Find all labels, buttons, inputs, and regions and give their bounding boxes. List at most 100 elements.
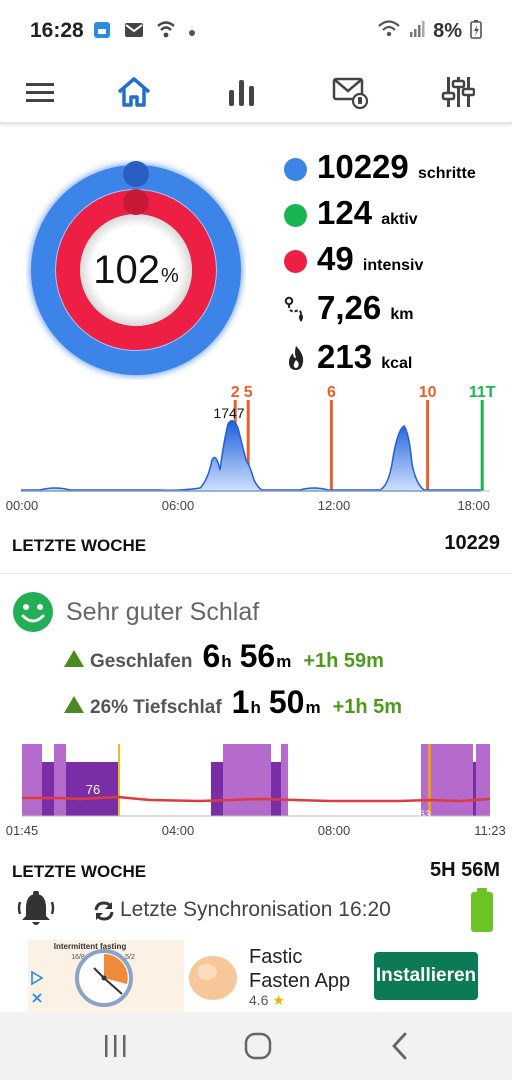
ad-title: Fastic xyxy=(249,946,303,968)
vpn-shield-icon xyxy=(156,20,176,45)
dot-icon xyxy=(188,24,196,42)
recent-apps-button[interactable] xyxy=(100,1034,130,1063)
steps-area xyxy=(21,420,481,492)
fastic-app-icon xyxy=(185,948,241,1004)
deep-hours-unit: h xyxy=(250,698,261,717)
status-bar: 16:28 8% xyxy=(0,0,512,62)
sync-button[interactable] xyxy=(92,899,116,928)
calories-label: kcal xyxy=(381,355,413,372)
last-week-sleep-value: 5H 56M xyxy=(429,859,500,881)
sleep-quality-title: Sehr guter Schlaf xyxy=(66,597,260,626)
ad-rating: 4.6 ★ xyxy=(249,992,285,1009)
steps-marker-label-4: 11T xyxy=(469,384,496,401)
recent-apps-icon xyxy=(105,1035,126,1057)
sleep-timeline-chart[interactable]: 76 63 01:45 04:00 08:00 11:23 xyxy=(0,738,512,842)
sleep-summary-header[interactable]: Sehr guter Schlaf xyxy=(12,590,492,634)
flame-icon xyxy=(284,344,308,372)
active-dot-icon xyxy=(284,204,307,227)
up-triangle-icon xyxy=(64,649,84,667)
settings-tab[interactable] xyxy=(434,70,482,114)
home-tab[interactable] xyxy=(110,70,158,114)
menu-button[interactable] xyxy=(16,70,64,114)
system-navigation-bar xyxy=(0,1012,512,1080)
notifications-tab[interactable] xyxy=(326,70,374,114)
last-week-steps-label: LETZTE WOCHE xyxy=(12,536,147,555)
slept-hours-unit: h xyxy=(221,652,232,671)
alarm-bell-button[interactable] xyxy=(16,890,56,935)
goal-percent-value: 102 xyxy=(93,247,160,292)
last-week-sleep-label: LETZTE WOCHE xyxy=(12,862,147,881)
bell-icon xyxy=(17,891,55,925)
distance-label: km xyxy=(390,306,414,323)
sleep-x-tick-2: 08:00 xyxy=(318,823,351,838)
deep-sleep-line: 26% Tiefschlaf 1 h 50 m +1h 5m xyxy=(64,684,402,724)
active-value: 124 xyxy=(317,194,373,231)
steps-x-tick-1: 06:00 xyxy=(162,498,195,513)
steps-timeline-chart[interactable]: 2 5 6 10 11T 1747 00:00 06:00 12:00 18:00 xyxy=(0,380,512,520)
steps-marker-label-3: 10 xyxy=(419,384,437,401)
active-label: aktiv xyxy=(381,211,418,228)
sleep-chart-svg: 76 63 01:45 04:00 08:00 11:23 xyxy=(6,744,506,838)
smiley-icon xyxy=(13,592,53,632)
steps-x-tick-3: 18:00 xyxy=(457,498,490,513)
distance-value: 7,26 xyxy=(317,289,382,326)
mail-icon xyxy=(124,22,144,43)
steps-x-tick-0: 00:00 xyxy=(6,498,39,513)
steps-marker-label-2: 6 xyxy=(327,384,336,401)
top-navigation xyxy=(0,62,512,124)
intensive-label: intensiv xyxy=(362,257,424,274)
slept-minutes-unit: m xyxy=(276,652,292,671)
calories-value: 213 xyxy=(317,338,373,375)
deep-hours: 1 xyxy=(231,684,250,720)
last-week-steps-value: 10229 xyxy=(444,532,500,554)
steps-dot-icon xyxy=(284,158,307,181)
equalizer-icon xyxy=(441,77,475,107)
sync-icon xyxy=(94,901,114,921)
menu-icon xyxy=(26,83,54,102)
star-icon: ★ xyxy=(272,992,285,1008)
steps-marker-label-1: 5 xyxy=(244,384,253,401)
steps-marker-label-0: 2 xyxy=(231,384,240,401)
last-week-sleep-row[interactable]: LETZTE WOCHE 5H 56M xyxy=(0,846,512,882)
ad-rating-value: 4.6 xyxy=(249,992,269,1008)
activity-ring[interactable]: 102 % xyxy=(26,160,246,380)
ad-banner[interactable]: Intermittent fasting 16/8 5/2 Fastic Fas… xyxy=(28,940,484,1012)
install-button[interactable]: Installieren xyxy=(374,952,478,1000)
sleep-x-tick-0: 01:45 xyxy=(6,823,39,838)
sleep-duration-line: Geschlafen 6 h 56 m +1h 59m xyxy=(64,638,384,678)
home-circle-icon xyxy=(244,1032,272,1060)
slept-minutes: 56 xyxy=(239,638,276,674)
battery-percent: 8% xyxy=(433,20,462,42)
steps-label: schritte xyxy=(417,165,476,182)
hr-start-label: 76 xyxy=(86,782,100,797)
deep-sleep-label: 26% Tiefschlaf xyxy=(90,697,222,718)
slept-delta: +1h 59m xyxy=(303,650,384,672)
sim-icon xyxy=(92,20,112,45)
back-button[interactable] xyxy=(388,1032,412,1065)
steps-x-tick-2: 12:00 xyxy=(318,498,351,513)
steps-value: 10229 xyxy=(317,148,409,185)
battery-charging-icon xyxy=(470,19,482,44)
deep-minutes: 50 xyxy=(268,684,305,720)
last-week-steps-row[interactable]: LETZTE WOCHE 10229 xyxy=(0,518,512,574)
deep-minutes-unit: m xyxy=(305,698,321,717)
status-time: 16:28 xyxy=(30,19,84,42)
sleep-x-tick-1: 04:00 xyxy=(162,823,195,838)
goal-percent-unit: % xyxy=(160,264,179,287)
home-icon xyxy=(117,77,151,107)
sync-bar: Letzte Synchronisation 16:20 xyxy=(0,884,512,938)
slept-label: Geschlafen xyxy=(90,651,193,672)
ad-image: Intermittent fasting 16/8 5/2 xyxy=(28,940,184,1012)
hr-end-label: 63 xyxy=(419,809,431,821)
statistics-tab[interactable] xyxy=(218,70,266,114)
signal-icon xyxy=(409,19,425,44)
device-battery-icon xyxy=(470,888,494,937)
route-icon xyxy=(284,295,308,323)
bar-chart-icon xyxy=(229,80,254,106)
back-chevron-icon xyxy=(392,1032,407,1060)
intensive-dot-icon xyxy=(284,250,307,273)
steps-chart-svg: 2 5 6 10 11T 1747 00:00 06:00 12:00 18:00 xyxy=(6,384,496,513)
ad-subtitle: Fasten App xyxy=(249,970,351,992)
home-system-button[interactable] xyxy=(244,1032,272,1065)
slept-hours: 6 xyxy=(202,638,221,674)
